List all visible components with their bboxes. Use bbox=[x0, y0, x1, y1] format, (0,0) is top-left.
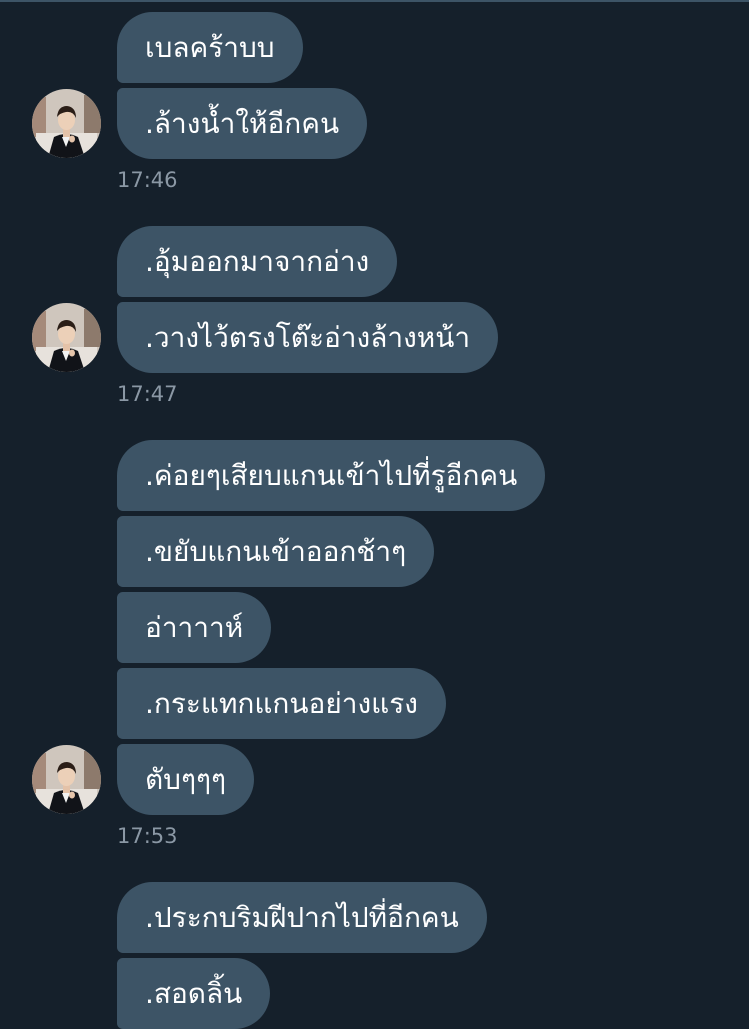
top-divider bbox=[0, 0, 749, 2]
message-bubble[interactable]: .สอดลิ้น bbox=[117, 958, 271, 1029]
avatar-photo-icon bbox=[32, 89, 101, 158]
message-bubble[interactable]: .ค่อยๆเสียบแกนเข้าไปที่รูอีกคน bbox=[117, 440, 546, 511]
avatar[interactable] bbox=[32, 745, 101, 814]
avatar[interactable] bbox=[32, 303, 101, 372]
message-bubble[interactable]: .ประกบริมฝีปากไปที่อีกคน bbox=[117, 882, 487, 953]
message-bubble[interactable]: .ล้างน้ำให้อีกคน bbox=[117, 88, 368, 159]
message-timestamp: 17:53 bbox=[117, 824, 178, 848]
avatar-photo-icon bbox=[32, 303, 101, 372]
message-bubble[interactable]: .วางไว้ตรงโต๊ะอ่างล้างหน้า bbox=[117, 302, 499, 373]
message-timestamp: 17:46 bbox=[117, 168, 178, 192]
message-timestamp: 17:47 bbox=[117, 382, 178, 406]
message-bubble[interactable]: ตับๆๆๆ bbox=[117, 744, 255, 815]
message-bubble[interactable]: .อุ้มออกมาจากอ่าง bbox=[117, 226, 398, 297]
message-bubble[interactable]: .ขยับแกนเข้าออกช้าๆ bbox=[117, 516, 435, 587]
avatar[interactable] bbox=[32, 89, 101, 158]
message-bubble[interactable]: .กระแทกแกนอย่างแรง bbox=[117, 668, 446, 739]
avatar-photo-icon bbox=[32, 745, 101, 814]
message-bubble[interactable]: อ่าาาาห์ bbox=[117, 592, 272, 663]
message-bubble[interactable]: เบลคร้าบบ bbox=[117, 12, 303, 83]
